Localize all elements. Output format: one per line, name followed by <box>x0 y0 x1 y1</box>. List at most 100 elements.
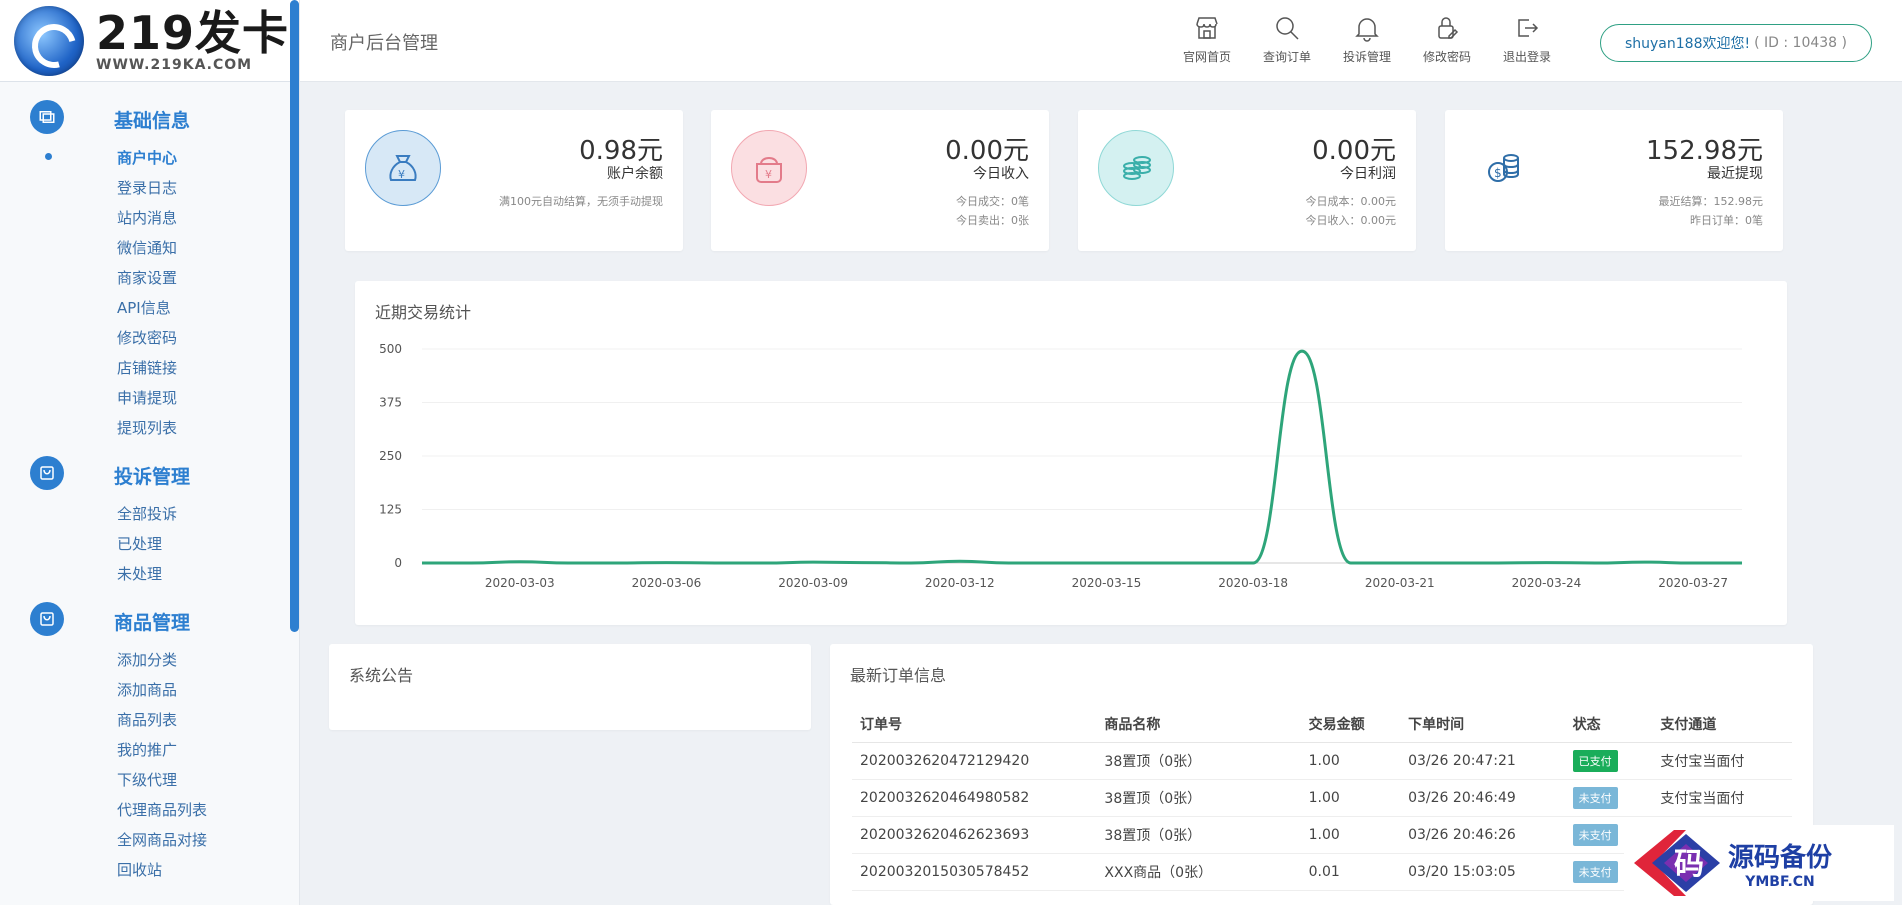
logo[interactable]: 219发卡 WWW.219KA.COM <box>0 0 299 82</box>
transaction-chart: 0 125 250 375 500 2020-03-03 2020-03-06 2020-03… <box>379 342 1743 590</box>
header-button-2[interactable]: 投诉管理 <box>1332 14 1402 65</box>
stat-label: 最近提现 <box>1707 166 1763 182</box>
sidebar-item[interactable]: 提现列表 <box>117 417 177 438</box>
logo-url: WWW.219KA.COM <box>96 56 253 73</box>
sidebar-item[interactable]: 添加商品 <box>117 679 177 700</box>
sidebar-item[interactable]: 登录日志 <box>117 177 177 198</box>
table-cell: 支付宝当面付 <box>1652 779 1792 817</box>
table-row[interactable]: 2020032620464980582 38置顶（0张） 1.00 03/26 20:… <box>852 779 1792 817</box>
table-cell: 2020032015030578452 <box>852 853 1097 891</box>
user-id: ( ID : 10438 ) <box>1754 35 1847 51</box>
sidebar-scrollbar[interactable] <box>290 0 299 632</box>
sidebar-group-icon-0 <box>30 100 64 134</box>
stat-value: 0.00元 <box>945 136 1029 166</box>
stat-subtext: 最近结算：152.98元 <box>1658 195 1764 208</box>
sidebar-item[interactable]: 代理商品列表 <box>117 799 207 820</box>
sidebar-item[interactable]: 修改密码 <box>117 327 177 348</box>
monitor-icon <box>39 111 55 123</box>
sidebar-item[interactable]: API信息 <box>117 297 171 318</box>
sidebar-heading-1[interactable]: 投诉管理 <box>114 462 190 489</box>
y-tick-label: 500 <box>379 342 402 356</box>
table-cell: 2020032620462623693 <box>852 816 1097 854</box>
header-button-label: 退出登录 <box>1502 50 1551 64</box>
stat-card-0: ¥0.98元 账户余额 满100元自动结算，无须手动提现 <box>345 110 683 251</box>
dollar-coins-icon: $ <box>1488 154 1519 182</box>
status-badge: 已支付 <box>1572 749 1618 772</box>
sidebar-item[interactable]: 站内消息 <box>117 207 177 228</box>
series-line <box>421 349 1742 565</box>
y-tick-label: 0 <box>394 556 402 570</box>
sidebar-item[interactable]: 添加分类 <box>117 649 177 670</box>
sidebar-item[interactable]: 我的推广 <box>117 739 177 760</box>
table-cell: 1.00 <box>1300 742 1401 780</box>
sidebar-item[interactable]: 回收站 <box>117 859 162 880</box>
table-cell: 03/26 20:46:49 <box>1400 779 1565 817</box>
sidebar-item[interactable]: 全部投诉 <box>117 503 177 524</box>
column-header: 状态 <box>1564 706 1653 743</box>
svg-text:¥: ¥ <box>398 168 405 181</box>
x-tick-label: 2020-03-21 <box>1365 576 1435 590</box>
header-button-label: 查询订单 <box>1262 50 1311 64</box>
stat-value: 0.98元 <box>579 136 663 166</box>
stat-subtext: 今日成交：0笔 <box>956 195 1029 208</box>
sidebar-item[interactable]: 申请提现 <box>117 387 177 408</box>
stat-label: 今日利润 <box>1340 166 1396 182</box>
status-badge: 未支付 <box>1572 860 1618 883</box>
column-header: 商品名称 <box>1096 706 1301 743</box>
column-header: 支付通道 <box>1652 706 1792 743</box>
money-bag-icon: ¥ <box>389 155 417 181</box>
column-header: 交易金额 <box>1300 706 1401 743</box>
sidebar-heading-0[interactable]: 基础信息 <box>114 106 190 133</box>
sidebar-item[interactable]: 微信通知 <box>117 237 177 258</box>
header-button-4[interactable]: 退出登录 <box>1492 14 1562 65</box>
stat-subtext: 今日收入：0.00元 <box>1305 214 1397 227</box>
lock-icon <box>1438 17 1459 39</box>
sidebar-item[interactable]: 未处理 <box>117 563 162 584</box>
header-button-label: 投诉管理 <box>1342 50 1391 64</box>
table-cell: XXX商品（0张） <box>1096 853 1301 891</box>
sidebar-item[interactable]: 全网商品对接 <box>117 829 207 850</box>
header-button-3[interactable]: 修改密码 <box>1412 14 1482 65</box>
sidebar-item[interactable]: 已处理 <box>117 533 162 554</box>
sidebar-item[interactable]: 店铺链接 <box>117 357 177 378</box>
sidebar-heading-2[interactable]: 商品管理 <box>114 608 190 635</box>
stat-value: 152.98元 <box>1646 136 1763 166</box>
x-tick-label: 2020-03-15 <box>1072 576 1142 590</box>
table-cell: 03/20 15:03:05 <box>1400 853 1565 891</box>
x-tick-label: 2020-03-06 <box>632 576 702 590</box>
sidebar: 219发卡 WWW.219KA.COM 基础信息商户中心登录日志站内消息微信通知… <box>0 0 300 905</box>
table-cell: 1.00 <box>1300 779 1401 817</box>
logo-title: 219发卡 <box>96 5 290 60</box>
table-cell: 38置顶（0张） <box>1096 816 1301 854</box>
yen-bag-icon: ¥ <box>756 156 782 183</box>
header-button-1[interactable]: 查询订单 <box>1252 14 1322 65</box>
x-tick-label: 2020-03-12 <box>925 576 995 590</box>
stat-subtext: 满100元自动结算，无须手动提现 <box>499 195 663 208</box>
orders-title: 最新订单信息 <box>850 666 947 685</box>
sidebar-item[interactable]: 下级代理 <box>117 769 177 790</box>
stat-icon-circle: $ <box>1465 130 1541 206</box>
header-button-label: 修改密码 <box>1422 50 1471 64</box>
logo-icon <box>14 5 84 76</box>
stat-subtext: 今日卖出：0张 <box>956 214 1029 227</box>
table-cell: 38置顶（0张） <box>1096 742 1301 780</box>
bag-icon <box>40 612 54 626</box>
watermark: 码 源码备份 YMBF.CN <box>1624 825 1894 901</box>
table-cell: 0.01 <box>1300 853 1401 891</box>
sidebar-group-icon-2 <box>30 602 64 636</box>
user-info[interactable]: shuyan188欢迎您! ( ID : 10438 ) <box>1600 24 1872 62</box>
sidebar-item[interactable]: 商户中心 <box>117 147 177 168</box>
watermark-cn: 源码备份 <box>1728 842 1833 873</box>
header-button-0[interactable]: 官网首页 <box>1172 14 1242 65</box>
table-row[interactable]: 2020032620472129420 38置顶（0张） 1.00 03/26 20:… <box>852 742 1792 780</box>
stat-subtext: 今日成本：0.00元 <box>1305 195 1397 208</box>
table-cell: 1.00 <box>1300 816 1401 854</box>
stat-card-3: $152.98元 最近提现 最近结算：152.98元 昨日订单：0笔 <box>1445 110 1783 251</box>
sidebar-item[interactable]: 商品列表 <box>117 709 177 730</box>
x-tick-label: 2020-03-09 <box>778 576 848 590</box>
stat-icon-circle <box>1098 130 1174 206</box>
active-indicator <box>45 153 52 160</box>
table-cell: 38置顶（0张） <box>1096 779 1301 817</box>
sidebar-item[interactable]: 商家设置 <box>117 267 177 288</box>
stat-icon-circle: ¥ <box>365 130 441 206</box>
